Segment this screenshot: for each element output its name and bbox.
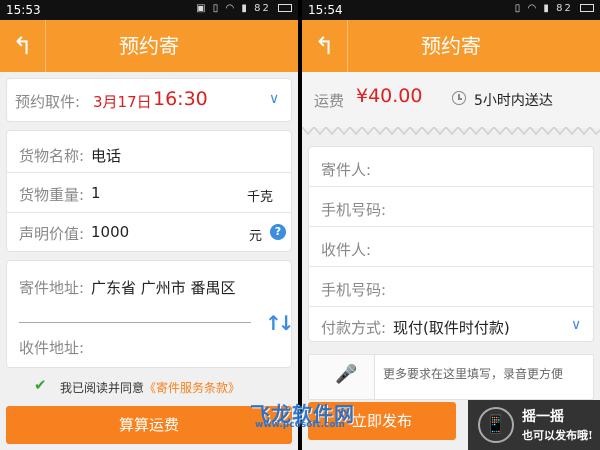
- goods-name-label: 货物名称:: [19, 147, 85, 165]
- goods-value-unit: 元: [249, 229, 263, 244]
- notes-input[interactable]: 更多要求在这里填写，录音更方便: [383, 365, 563, 382]
- left-screen: 15:53 ▣ ▯ ◠ ▮ 82 ↰ 预约寄 预约取件: 3月17日 16:30…: [0, 0, 298, 450]
- goods-weight-label: 货物重量:: [19, 186, 85, 204]
- clock-icon: [452, 91, 466, 105]
- goods-card: 货物名称: 电话 货物重量: 1 千克 声明价值: 1000 元 ?: [6, 130, 292, 252]
- status-bar: 15:54 ▯ ◠ ▮ 82: [302, 0, 600, 20]
- shake-phone-icon: 📱: [478, 407, 514, 443]
- status-icons: ▯ ◠ ▮ 82: [515, 3, 594, 14]
- vibrate-icon: ▯: [212, 3, 221, 14]
- divider: [309, 186, 593, 187]
- pickup-date: 3月17日: [93, 93, 152, 111]
- send-address-row[interactable]: 寄件地址: 广东省 广州市 番禺区: [7, 277, 291, 297]
- goods-value-row[interactable]: 声明价值: 1000 元 ?: [7, 223, 291, 244]
- send-address-value: 广东省 广州市 番禺区: [91, 279, 236, 297]
- fee-amount: ¥40.00: [356, 85, 423, 107]
- payment-value: 现付(取件时付款): [393, 319, 510, 337]
- microphone-icon: 🎤: [335, 364, 358, 385]
- pickup-time: 16:30: [153, 88, 208, 110]
- goods-weight-row[interactable]: 货物重量: 1 千克: [7, 184, 291, 205]
- title-bar: ↰ 预约寄: [302, 20, 600, 72]
- sender-row[interactable]: 寄件人:: [309, 159, 593, 179]
- status-time: 15:54: [308, 3, 343, 17]
- divider: [309, 226, 593, 227]
- fee-label: 运费: [314, 92, 345, 110]
- battery-icon: [278, 4, 292, 12]
- right-screen: 15:54 ▯ ◠ ▮ 82 ↰ 预约寄 运费 ¥40.00 5小时内送达 寄件…: [302, 0, 600, 450]
- goods-name-value: 电话: [91, 147, 122, 165]
- terms-link[interactable]: 《寄件服务条款》: [144, 381, 240, 395]
- vibrate-icon: ▯: [514, 3, 523, 14]
- zigzag-divider: [302, 127, 600, 135]
- goods-value-label: 声明价值:: [19, 225, 85, 243]
- voice-record-button[interactable]: 🎤: [309, 355, 375, 399]
- send-address-label: 寄件地址:: [19, 279, 85, 297]
- battery-level: 82: [556, 3, 573, 14]
- sender-phone-label: 手机号码:: [321, 201, 387, 219]
- recv-address-label: 收件地址:: [19, 339, 85, 357]
- address-card: 寄件地址: 广东省 广州市 番禺区 ↑↓ 收件地址:: [6, 260, 294, 368]
- battery-icon: [580, 4, 594, 12]
- receiver-phone-label: 手机号码:: [321, 281, 387, 299]
- shake-promo[interactable]: 📱 摇一摇 也可以发布哦!: [468, 400, 600, 450]
- goods-value-value: 1000: [91, 223, 130, 241]
- divider: [7, 172, 291, 173]
- wifi-icon: ◠: [527, 3, 539, 14]
- divider: [309, 266, 593, 267]
- receiver-row[interactable]: 收件人:: [309, 239, 593, 259]
- battery-level: 82: [254, 3, 271, 14]
- status-icons: ▣ ▯ ◠ ▮ 82: [196, 3, 292, 14]
- divider: [309, 306, 593, 307]
- status-time: 15:53: [6, 3, 41, 17]
- signal-icon: ▮: [241, 3, 249, 14]
- pickup-row: 预约取件: 3月17日 16:30 ∨: [7, 88, 291, 111]
- swap-address-icon[interactable]: ↑↓: [265, 311, 294, 335]
- chevron-down-icon[interactable]: ∨: [571, 317, 581, 333]
- wifi-icon: ◠: [225, 3, 237, 14]
- chevron-down-icon[interactable]: ∨: [269, 91, 279, 107]
- recv-address-row[interactable]: 收件地址:: [7, 337, 291, 357]
- goods-name-row[interactable]: 货物名称: 电话: [7, 145, 291, 165]
- receiver-label: 收件人:: [321, 241, 372, 259]
- shake-subtitle: 也可以发布哦!: [522, 429, 593, 442]
- help-icon[interactable]: ?: [270, 224, 286, 240]
- fee-section: 运费 ¥40.00 5小时内送达: [302, 72, 600, 128]
- divider: [7, 212, 291, 213]
- address-divider: [19, 322, 251, 323]
- watermark-url: www.pc6soft.com: [255, 420, 345, 430]
- agree-text: 我已阅读并同意《寄件服务条款》: [60, 379, 240, 396]
- agree-checkbox[interactable]: ✔: [34, 377, 50, 393]
- sender-phone-row[interactable]: 手机号码:: [309, 199, 593, 219]
- payment-row[interactable]: 付款方式: 现付(取件时付款) ∨: [309, 317, 593, 337]
- image-icon: ▣: [196, 3, 208, 14]
- goods-weight-unit: 千克: [247, 190, 274, 205]
- signal-icon: ▮: [543, 3, 551, 14]
- eta-text: 5小时内送达: [474, 93, 553, 109]
- sender-label: 寄件人:: [321, 161, 372, 179]
- page-title: 预约寄: [421, 34, 481, 58]
- pickup-label: 预约取件:: [15, 93, 81, 111]
- notes-card: 🎤 更多要求在这里填写，录音更方便: [308, 354, 594, 400]
- receiver-phone-row[interactable]: 手机号码:: [309, 279, 593, 299]
- shake-title: 摇一摇: [522, 409, 564, 425]
- goods-weight-value: 1: [91, 184, 101, 202]
- agree-label: 我已阅读并同意: [60, 381, 145, 395]
- page-title: 预约寄: [119, 34, 179, 58]
- status-bar: 15:53 ▣ ▯ ◠ ▮ 82: [0, 0, 298, 20]
- payment-label: 付款方式:: [321, 319, 387, 337]
- pickup-card[interactable]: 预约取件: 3月17日 16:30 ∨: [6, 78, 292, 122]
- app-comparison: 15:53 ▣ ▯ ◠ ▮ 82 ↰ 预约寄 预约取件: 3月17日 16:30…: [0, 0, 600, 450]
- title-bar: ↰ 预约寄: [0, 20, 298, 72]
- recipient-form-card: 寄件人: 手机号码: 收件人: 手机号码: 付款方式: 现付(取件时付款) ∨: [308, 146, 594, 342]
